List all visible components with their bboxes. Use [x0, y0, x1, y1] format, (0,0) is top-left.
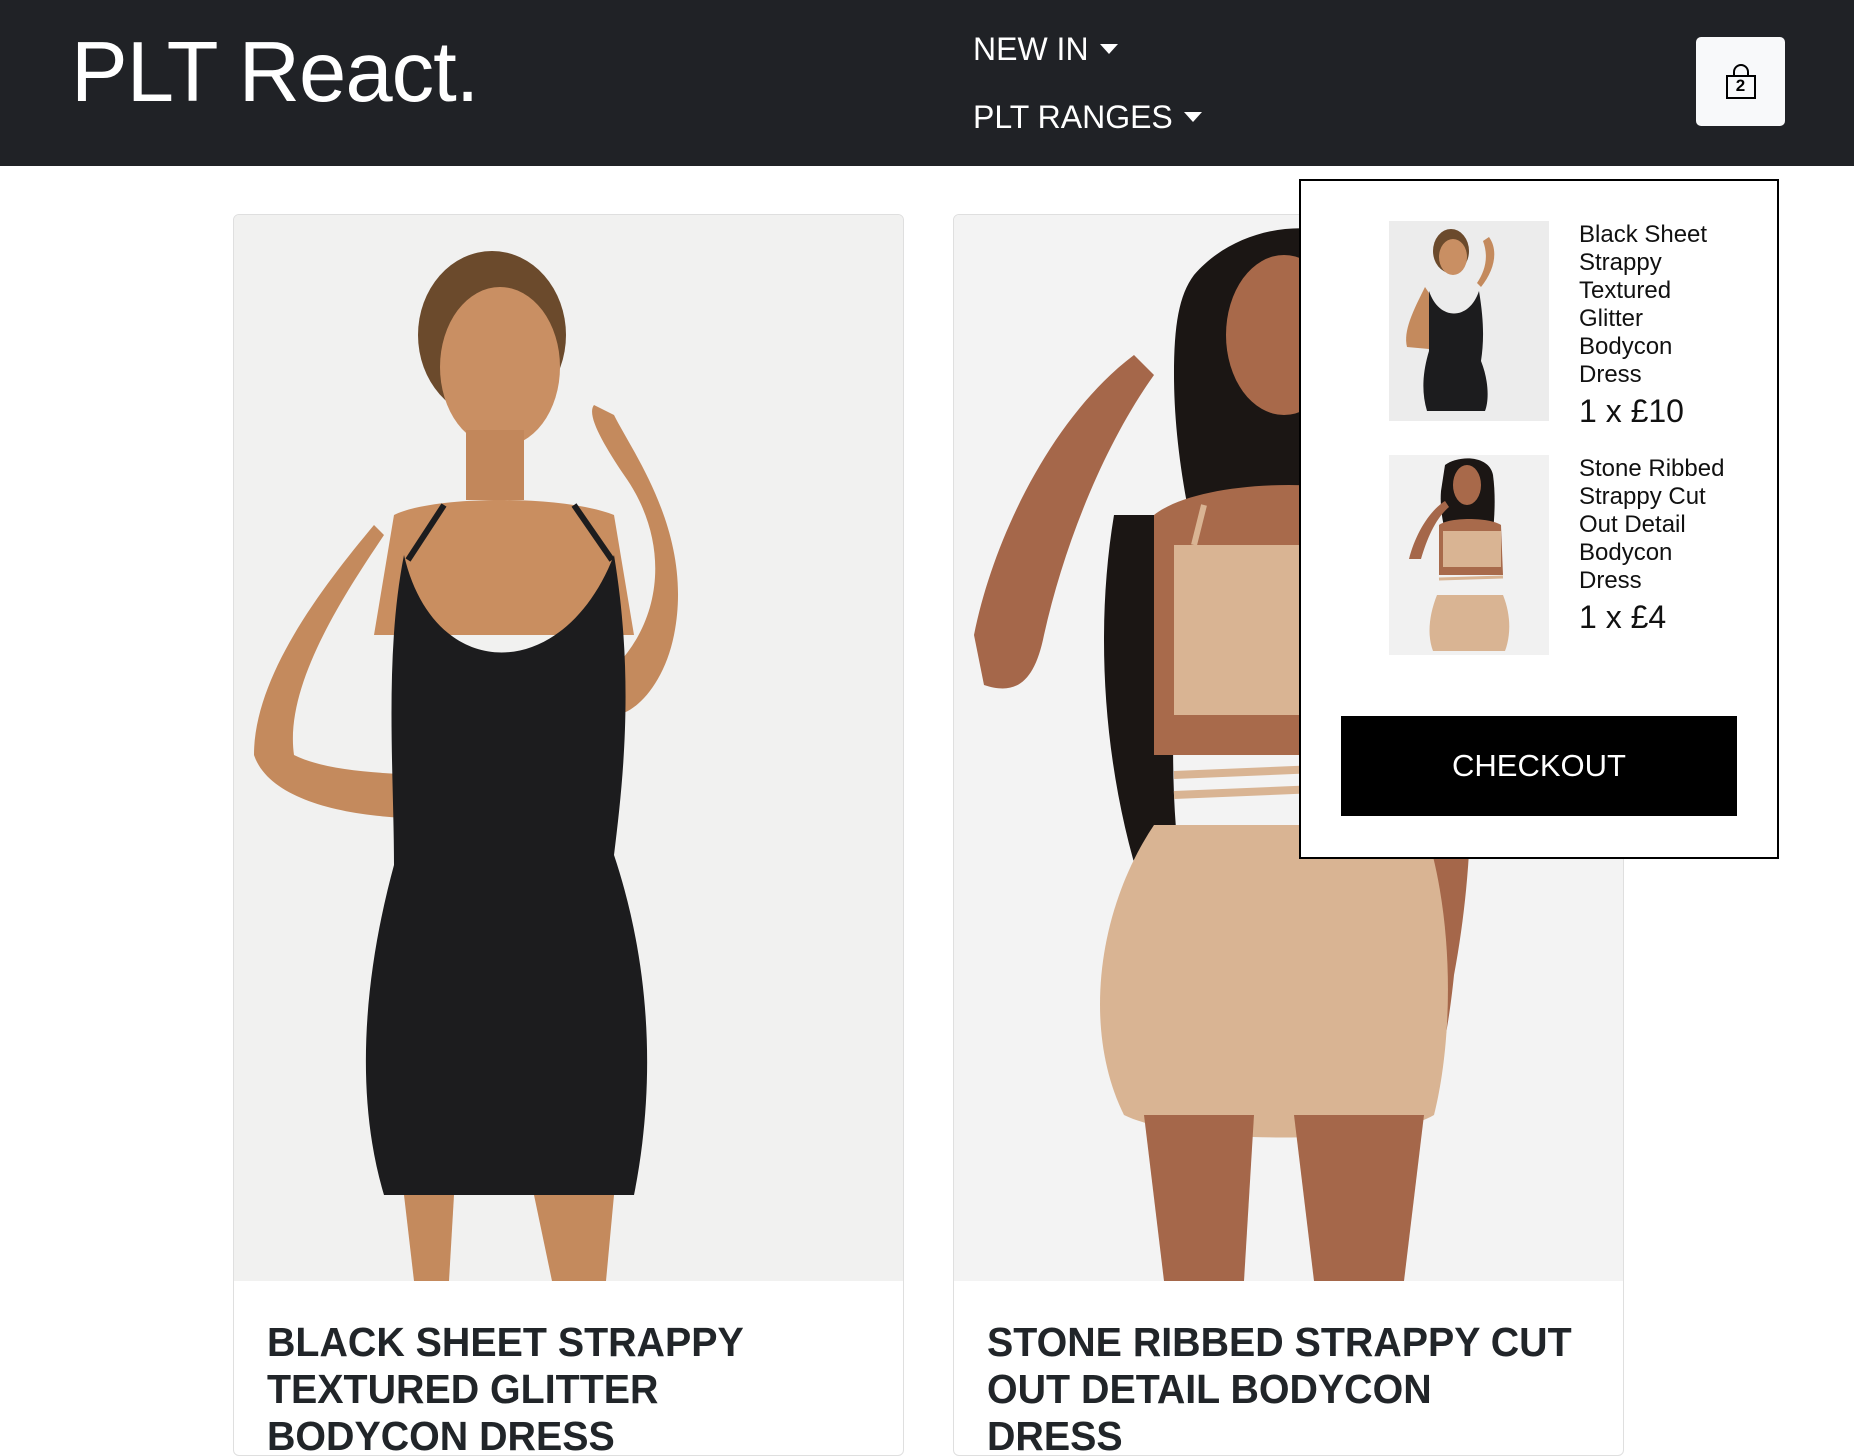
product-card[interactable]: BLACK SHEET STRAPPY TEXTURED GLITTER BOD…: [233, 214, 904, 1456]
cart-count-badge: 2: [1735, 75, 1746, 95]
cart-dropdown: Black Sheet Strappy Textured Glitter Bod…: [1299, 179, 1779, 859]
nav-plt-ranges-label: PLT RANGES: [973, 99, 1173, 135]
nav-new-in-label: NEW IN: [973, 31, 1089, 67]
cart-item-name[interactable]: Black Sheet Strappy Textured Glitter Bod…: [1579, 221, 1707, 388]
nav-new-in-dropdown[interactable]: NEW IN: [973, 33, 1118, 65]
cart-item-qty-price: 1 x £4: [1579, 599, 1667, 635]
product-title[interactable]: BLACK SHEET STRAPPY TEXTURED GLITTER BOD…: [267, 1319, 853, 1455]
nav-plt-ranges-dropdown[interactable]: PLT RANGES: [973, 101, 1202, 133]
cart-item-thumbnail: [1389, 455, 1549, 655]
cart-button[interactable]: 2: [1696, 37, 1785, 126]
caret-down-icon: [1183, 112, 1202, 122]
cart-item-thumbnail: [1389, 221, 1549, 421]
product-image[interactable]: [234, 215, 903, 1281]
checkout-button[interactable]: CHECKOUT: [1341, 716, 1737, 816]
caret-down-icon: [1099, 44, 1118, 54]
cart-item-name[interactable]: Stone Ribbed Strappy Cut Out Detail Body…: [1579, 455, 1724, 594]
cart-item-qty-price: 1 x £10: [1579, 393, 1684, 429]
top-navbar: PLT React. NEW IN PLT RANGES 2: [0, 0, 1854, 166]
shopping-bag-icon: 2: [1724, 63, 1758, 100]
brand-logo[interactable]: PLT React.: [71, 30, 479, 115]
product-title[interactable]: STONE RIBBED STRAPPY CUT OUT DETAIL BODY…: [987, 1319, 1573, 1455]
